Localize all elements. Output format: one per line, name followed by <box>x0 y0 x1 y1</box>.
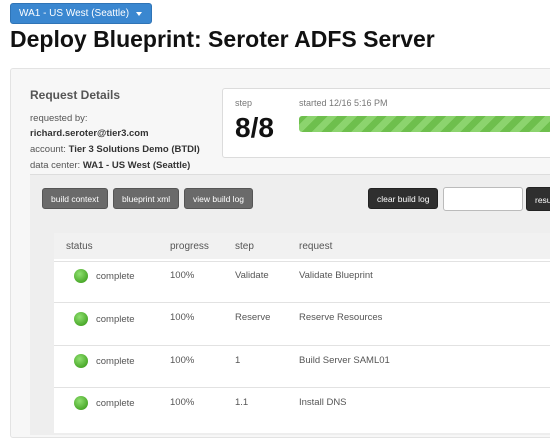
datacenter-dropdown-label: WA1 - US West (Seattle) <box>19 8 130 19</box>
progress-bar-fill <box>299 116 550 132</box>
step-label: step <box>235 98 253 108</box>
page-title: Deploy Blueprint: Seroter ADFS Server <box>10 26 435 52</box>
account-line: account: Tier 3 Solutions Demo (BTDI) <box>30 144 200 155</box>
status-complete-icon <box>74 269 88 283</box>
header-progress: progress <box>170 241 209 252</box>
row-step: Reserve <box>235 312 271 323</box>
row-request: Validate Blueprint <box>299 270 373 281</box>
request-details-title: Request Details <box>30 88 121 102</box>
data-center-value: WA1 - US West (Seattle) <box>82 160 191 171</box>
step-value: 8/8 <box>235 112 274 143</box>
status-complete-icon <box>74 312 88 326</box>
status-complete-icon <box>74 354 88 368</box>
data-center-line: data center: WA1 - US West (Seattle) <box>30 160 190 171</box>
account-label: account: <box>30 144 66 155</box>
row-status: complete <box>96 398 135 409</box>
row-status: complete <box>96 271 135 282</box>
progress-bar <box>299 116 550 132</box>
header-status: status <box>66 241 93 252</box>
datacenter-dropdown[interactable]: WA1 - US West (Seattle) <box>10 3 153 24</box>
row-step: 1 <box>235 355 241 366</box>
header-request: request <box>299 241 333 252</box>
row-progress: 100% <box>170 312 195 323</box>
build-context-button[interactable]: build context <box>42 188 108 209</box>
requested-by-label: requested by: <box>30 113 88 124</box>
log-search-input[interactable] <box>443 187 523 211</box>
data-center-label: data center: <box>30 160 81 171</box>
account-value: Tier 3 Solutions Demo (BTDI) <box>68 144 200 155</box>
blueprint-xml-button[interactable]: blueprint xml <box>113 188 180 209</box>
started-time: started 12/16 5:16 PM <box>299 98 388 108</box>
row-progress: 100% <box>170 270 195 281</box>
row-progress: 100% <box>170 355 195 366</box>
truncated-button[interactable]: resu <box>526 187 550 211</box>
caret-down-icon <box>136 11 143 16</box>
row-step: Validate <box>235 270 269 281</box>
row-divider <box>54 302 550 303</box>
status-complete-icon <box>74 396 88 410</box>
row-step: 1.1 <box>235 397 249 408</box>
row-request: Reserve Resources <box>299 312 383 323</box>
row-status: complete <box>96 314 135 325</box>
row-divider <box>54 387 550 388</box>
clear-build-log-button[interactable]: clear build log <box>368 188 439 209</box>
row-status: complete <box>96 356 135 367</box>
row-divider <box>54 261 550 262</box>
header-step: step <box>235 241 254 252</box>
requested-by-value: richard.seroter@tier3.com <box>30 128 149 139</box>
row-request: Install DNS <box>299 397 347 408</box>
row-progress: 100% <box>170 397 195 408</box>
row-request: Build Server SAML01 <box>299 355 390 366</box>
row-divider <box>54 345 550 346</box>
view-build-log-button[interactable]: view build log <box>184 188 254 209</box>
